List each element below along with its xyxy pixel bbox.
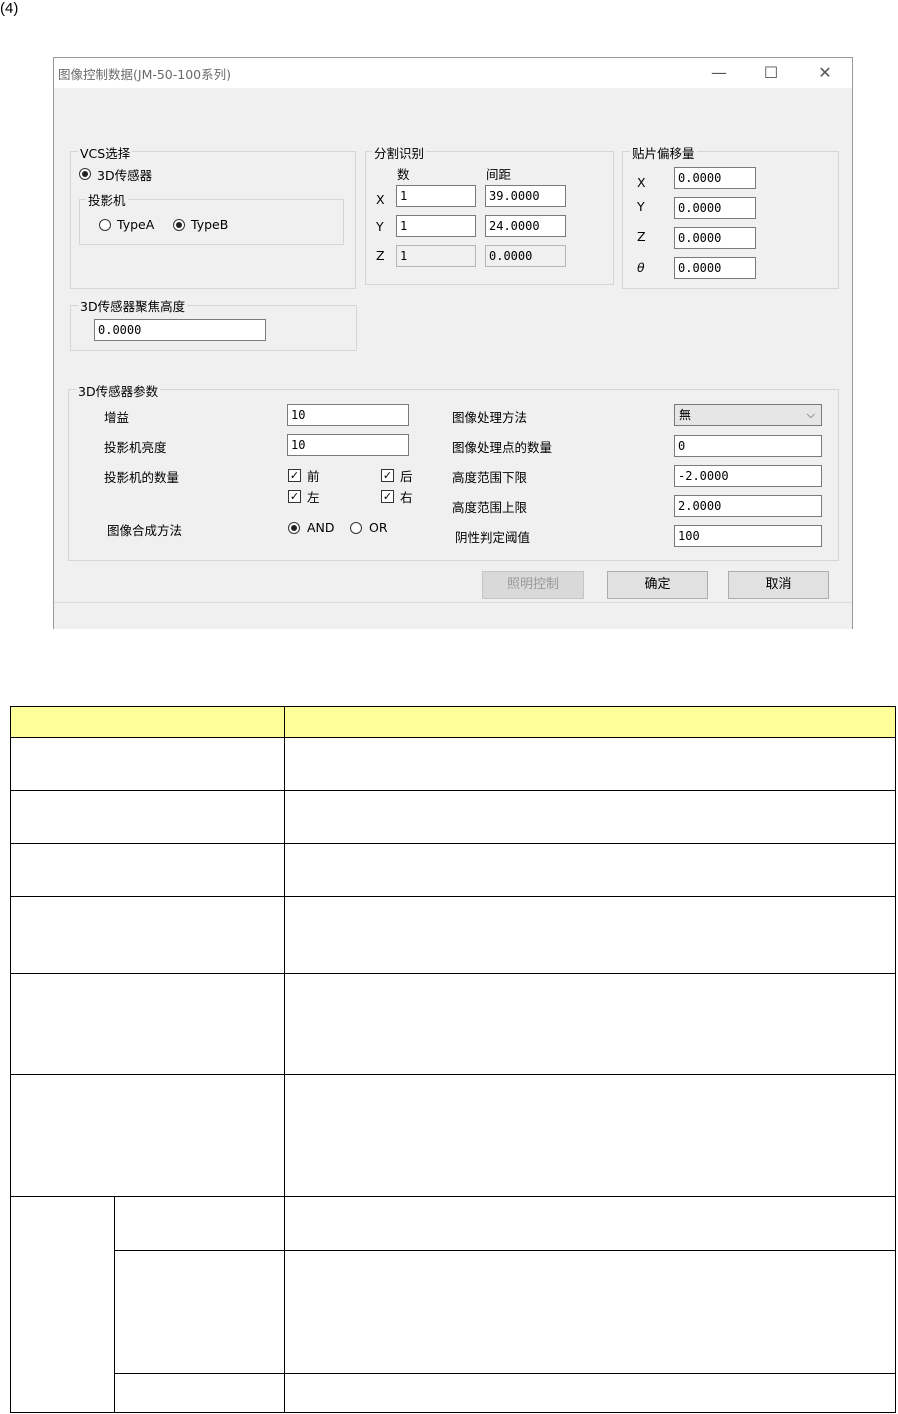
type-b-label: TypeB — [191, 217, 229, 232]
focus-height-input[interactable]: 0.0000 — [94, 319, 266, 341]
front-label: 前 — [307, 469, 320, 484]
offset-x-input[interactable]: 0.0000 — [674, 167, 756, 189]
table-cell — [115, 1251, 285, 1374]
type-a-label: TypeA — [117, 217, 155, 232]
split-pitch-header: 间距 — [486, 167, 512, 182]
split-z-count-input: 1 — [396, 245, 476, 267]
ok-button[interactable]: 确定 — [607, 571, 708, 599]
table-cell — [285, 844, 896, 897]
table-cell — [285, 791, 896, 844]
vcs-group-label: VCS选择 — [78, 143, 133, 162]
table-header-item — [11, 707, 285, 738]
and-radio[interactable] — [288, 522, 300, 534]
offset-group-label: 贴片偏移量 — [630, 143, 697, 162]
type-a-radio[interactable] — [99, 219, 111, 231]
lower-limit-label: 高度范围下限 — [452, 470, 528, 485]
method-select[interactable]: 無 ⌵ — [674, 404, 822, 426]
type-b-radio[interactable] — [173, 219, 185, 231]
compose-method-label: 图像合成方法 — [107, 523, 183, 538]
offset-y-input[interactable]: 0.0000 — [674, 197, 756, 219]
back-label: 后 — [400, 469, 413, 484]
table-cell — [11, 1075, 285, 1197]
minimize-button[interactable]: — — [704, 62, 734, 84]
split-z-label: Z — [376, 248, 385, 263]
upper-limit-label: 高度范围上限 — [452, 500, 528, 515]
offset-theta-input[interactable]: 0.0000 — [674, 257, 756, 279]
table-cell — [285, 1075, 896, 1197]
points-input[interactable]: 0 — [674, 435, 822, 457]
gain-label: 增益 — [104, 410, 130, 425]
table-cell — [11, 791, 285, 844]
title-bar: 图像控制数据(JM-50-100系列) — ☐ ✕ — [54, 58, 852, 88]
or-radio[interactable] — [350, 522, 362, 534]
back-checkbox[interactable]: ✓ — [381, 469, 394, 482]
points-label: 图像处理点的数量 — [452, 440, 553, 455]
split-z-pitch-input: 0.0000 — [485, 245, 566, 267]
split-count-header: 数 — [397, 167, 410, 182]
right-checkbox[interactable]: ✓ — [381, 490, 394, 503]
page-label: (4) — [0, 0, 19, 17]
offset-z-label: Z — [637, 229, 646, 244]
focus-group-label: 3D传感器聚焦高度 — [78, 296, 188, 315]
table-cell — [115, 1374, 285, 1413]
cancel-button[interactable]: 取消 — [728, 571, 829, 599]
projector-count-label: 投影机的数量 — [104, 470, 180, 485]
left-checkbox[interactable]: ✓ — [288, 490, 301, 503]
description-table — [10, 706, 896, 1413]
table-cell — [11, 974, 285, 1075]
sensor-3d-radio[interactable] — [79, 168, 91, 180]
table-cell — [11, 1197, 115, 1413]
and-label: AND — [307, 520, 335, 535]
split-group-label: 分割识别 — [372, 143, 427, 162]
table-cell — [285, 1251, 896, 1374]
lighting-control-button[interactable]: 照明控制 — [482, 571, 584, 599]
left-label: 左 — [307, 490, 320, 505]
lower-limit-input[interactable]: -2.0000 — [674, 465, 822, 487]
table-cell — [115, 1197, 285, 1251]
threshold-label: 阴性判定阈值 — [455, 530, 531, 545]
params-group-label: 3D传感器参数 — [76, 381, 161, 400]
table-cell — [11, 844, 285, 897]
method-select-value: 無 — [679, 408, 692, 422]
table-cell — [285, 738, 896, 791]
brightness-label: 投影机亮度 — [104, 440, 167, 455]
front-checkbox[interactable]: ✓ — [288, 469, 301, 482]
upper-limit-input[interactable]: 2.0000 — [674, 495, 822, 517]
split-x-pitch-input[interactable]: 39.0000 — [485, 185, 566, 207]
method-label: 图像处理方法 — [452, 410, 528, 425]
split-y-pitch-input[interactable]: 24.0000 — [485, 215, 566, 237]
maximize-button[interactable]: ☐ — [756, 62, 786, 84]
sensor-3d-label: 3D传感器 — [97, 168, 153, 183]
table-cell — [285, 897, 896, 974]
brightness-input[interactable]: 10 — [287, 434, 409, 456]
right-label: 右 — [400, 490, 413, 505]
table-cell — [285, 1374, 896, 1413]
table-cell — [11, 897, 285, 974]
window-title: 图像控制数据(JM-50-100系列) — [58, 67, 232, 82]
table-header-description — [285, 707, 896, 738]
offset-theta-label: θ — [637, 260, 645, 275]
threshold-input[interactable]: 100 — [674, 525, 822, 547]
offset-x-label: X — [637, 175, 646, 190]
split-y-count-input[interactable]: 1 — [396, 215, 476, 237]
or-label: OR — [369, 520, 388, 535]
offset-y-label: Y — [637, 199, 645, 214]
dialog-window: 图像控制数据(JM-50-100系列) — ☐ ✕ VCS选择 3D传感器 投影… — [53, 57, 853, 629]
table-cell — [285, 974, 896, 1075]
table-cell — [11, 738, 285, 791]
gain-input[interactable]: 10 — [287, 404, 409, 426]
table-cell — [285, 1197, 896, 1251]
projector-group-label: 投影机 — [86, 190, 128, 209]
offset-z-input[interactable]: 0.0000 — [674, 227, 756, 249]
status-bar — [54, 602, 852, 629]
close-button[interactable]: ✕ — [810, 62, 840, 84]
split-y-label: Y — [376, 219, 384, 234]
chevron-down-icon: ⌵ — [806, 408, 815, 421]
split-x-label: X — [376, 192, 385, 207]
split-x-count-input[interactable]: 1 — [396, 185, 476, 207]
